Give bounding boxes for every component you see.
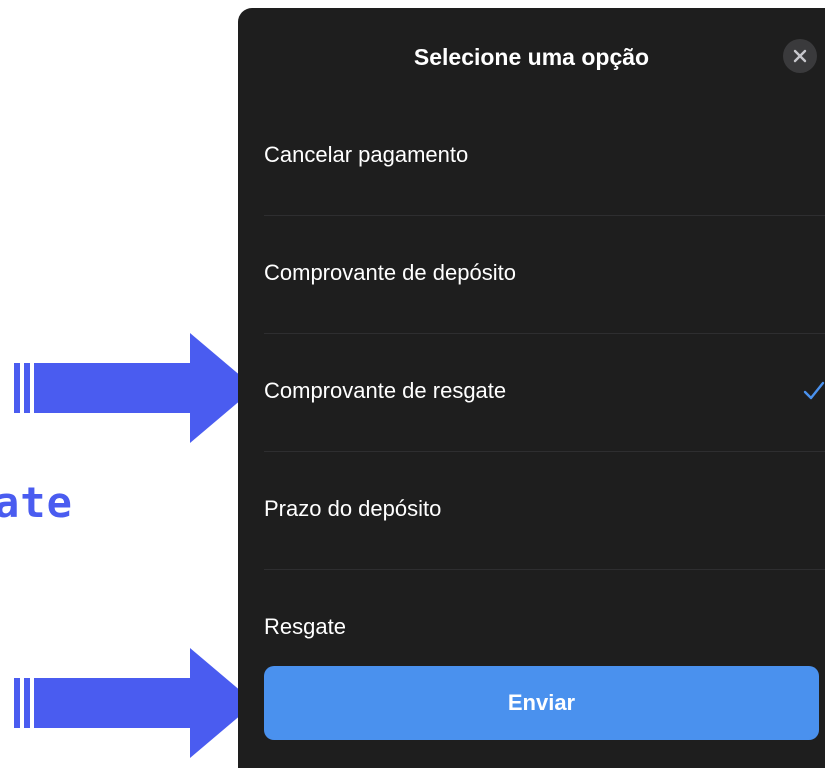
arrow-right-icon <box>14 648 255 758</box>
close-button[interactable] <box>783 39 817 73</box>
close-icon <box>793 49 807 63</box>
option-label: Cancelar pagamento <box>264 142 469 167</box>
option-comprovante-resgate[interactable]: Comprovante de resgate <box>264 334 825 452</box>
option-list: Cancelar pagamento Comprovante de depósi… <box>238 98 825 688</box>
send-button[interactable]: Enviar <box>264 666 819 740</box>
arrow-right-icon <box>14 333 255 443</box>
option-label: Comprovante de depósito <box>264 260 516 285</box>
sheet-header: Selecione uma opção <box>238 8 825 108</box>
background-partial-text: ate <box>0 478 73 527</box>
options-sheet: Selecione uma opção Cancelar pagamento C… <box>238 8 825 768</box>
checkmark-icon <box>803 381 825 400</box>
option-cancelar-pagamento[interactable]: Cancelar pagamento <box>264 98 825 216</box>
option-label: Resgate <box>264 614 346 639</box>
option-label: Comprovante de resgate <box>264 378 507 403</box>
option-comprovante-deposito[interactable]: Comprovante de depósito <box>264 216 825 334</box>
option-label: Prazo do depósito <box>264 496 442 521</box>
sheet-title: Selecione uma opção <box>413 44 650 70</box>
option-prazo-deposito[interactable]: Prazo do depósito <box>264 452 825 570</box>
